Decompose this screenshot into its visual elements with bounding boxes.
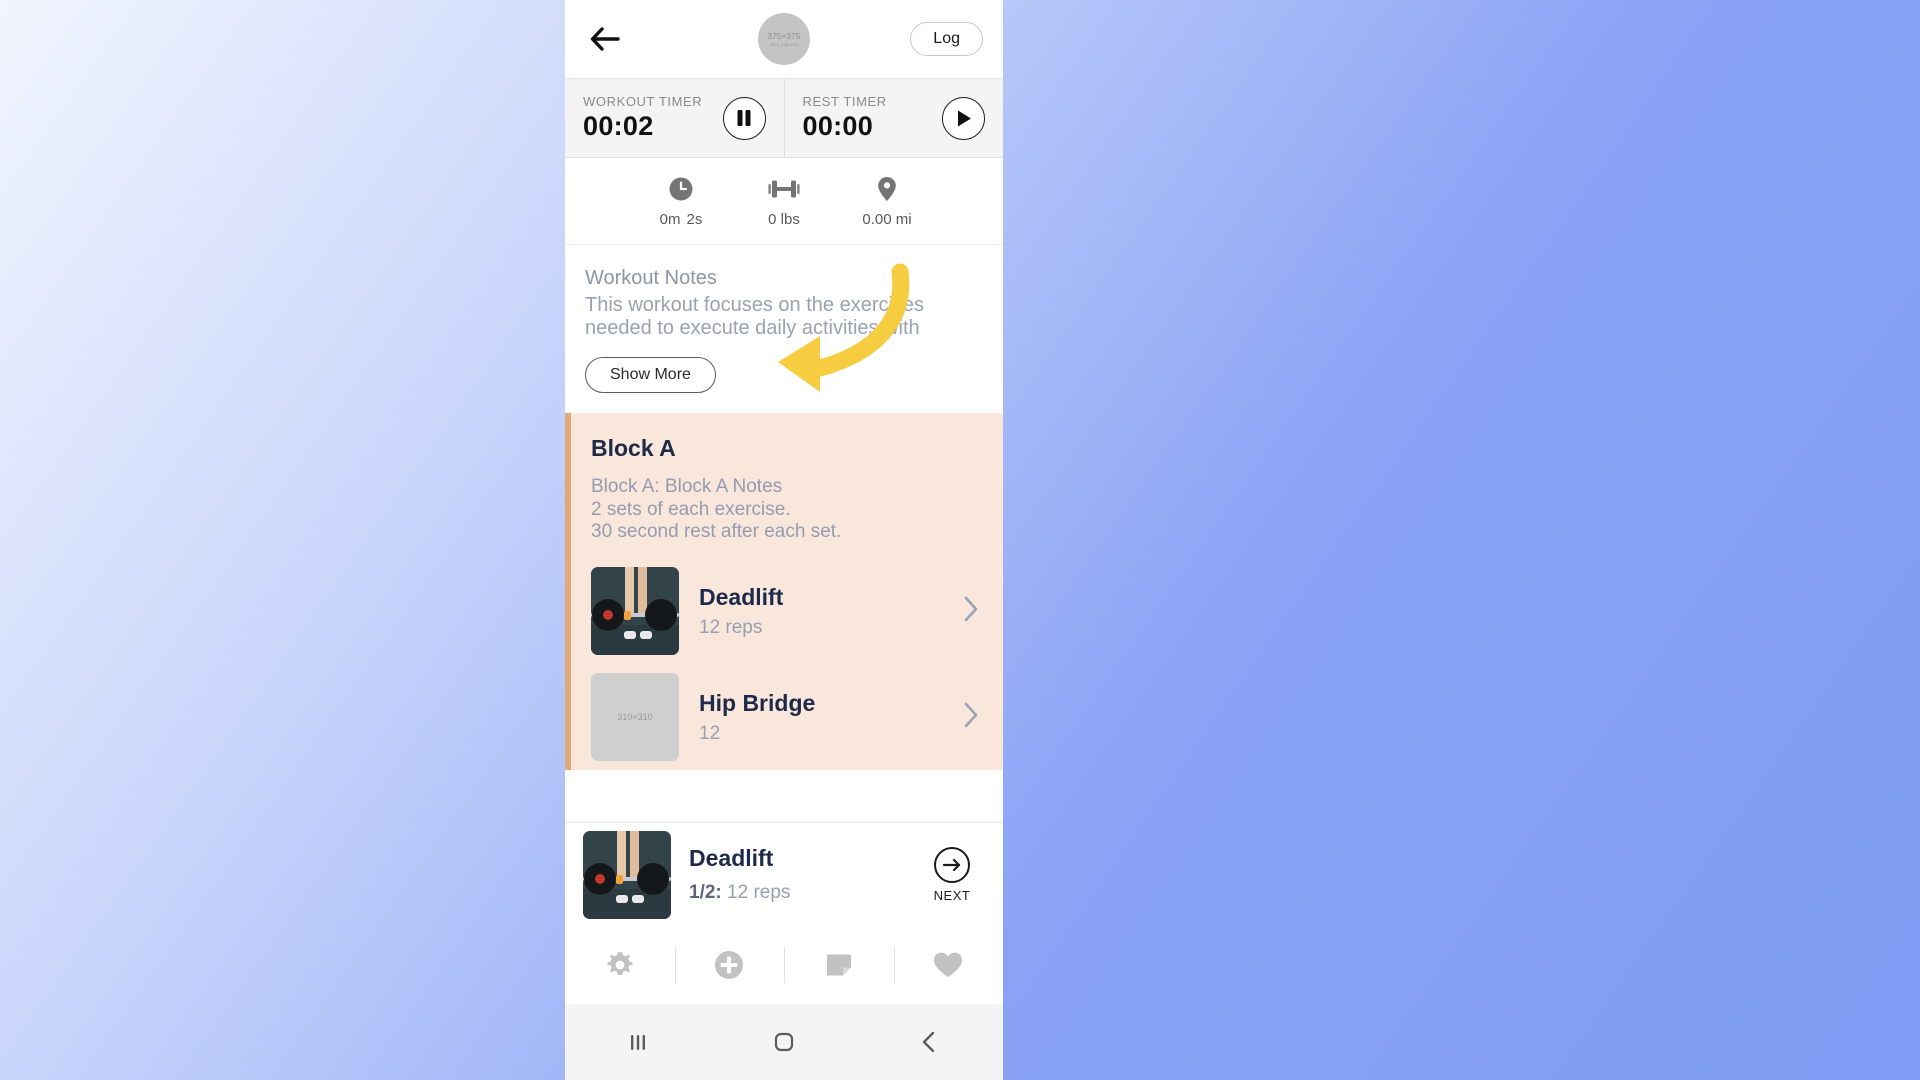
player-thumbnail xyxy=(583,830,671,919)
avatar-filename-label: neck_logo.png xyxy=(769,41,799,47)
chevron-right-icon[interactable] xyxy=(963,701,983,734)
exercise-detail: 12 reps xyxy=(699,616,763,638)
pause-button[interactable] xyxy=(722,96,766,140)
workout-notes-title: Workout Notes xyxy=(585,267,717,289)
workout-notes-section: Workout Notes This workout focuses on th… xyxy=(565,245,1003,413)
note-icon xyxy=(826,954,851,976)
player-info: Deadlift 1/2: 12 reps xyxy=(671,845,919,904)
stat-volume-value: 0 lbs xyxy=(768,211,800,228)
block-a-notes: Block A: Block A Notes 2 sets of each ex… xyxy=(591,476,983,544)
player-set-counter: 1/2: xyxy=(689,882,722,903)
arrow-right-circle-icon xyxy=(934,847,970,883)
stat-distance-value: 0.00 mi xyxy=(862,211,912,228)
block-a-note-line-1: Block A: Block A Notes xyxy=(591,475,783,497)
workout-notes-line-1: This workout focuses on the exercises xyxy=(585,294,925,316)
rest-timer-value: 00:00 xyxy=(802,111,874,141)
next-button[interactable]: NEXT xyxy=(919,846,985,903)
workout-notes-line-2: needed to execute daily activities with xyxy=(585,317,920,340)
plus-circle-icon xyxy=(715,951,744,979)
stat-distance: 0.00 mi xyxy=(836,176,939,228)
workout-timer-value: 00:02 xyxy=(583,111,654,141)
settings-button[interactable] xyxy=(565,943,675,987)
bottom-toolbar xyxy=(565,926,1003,1004)
dumbbell-icon xyxy=(768,176,800,202)
favorite-button[interactable] xyxy=(893,943,1004,987)
note-button[interactable] xyxy=(784,943,894,987)
play-icon xyxy=(957,110,971,126)
current-exercise-player: Deadlift 1/2: 12 reps NEXT xyxy=(565,822,1003,926)
block-a-note-line-3: 30 second rest after each set. xyxy=(591,521,842,543)
home-button[interactable] xyxy=(711,1004,857,1080)
rest-timer-label: REST TIMER xyxy=(802,94,887,109)
exercise-thumbnail-hip-bridge: 310×310 xyxy=(591,673,679,762)
back-arrow-icon[interactable] xyxy=(585,19,625,59)
app-header: 375×375 neck_logo.png Log xyxy=(565,0,1003,78)
recents-button[interactable] xyxy=(565,1004,711,1080)
stat-duration: 0m 2s xyxy=(630,176,733,228)
add-button[interactable] xyxy=(674,943,785,987)
log-button[interactable]: Log xyxy=(910,22,983,56)
block-a-section: Block A Block A: Block A Notes 2 sets of… xyxy=(565,412,1003,771)
exercise-row-deadlift[interactable]: Deadlift 12 reps xyxy=(591,558,983,664)
home-icon xyxy=(774,1032,794,1052)
timers-bar: WORKOUT TIMER 00:02 REST TIMER 00:00 xyxy=(565,78,1003,158)
heart-icon xyxy=(934,952,963,977)
stat-volume: 0 lbs xyxy=(733,176,836,228)
rest-timer: REST TIMER 00:00 xyxy=(783,79,1004,157)
pause-icon xyxy=(737,110,751,126)
stats-row: 0m 2s 0 lbs 0.00 mi xyxy=(565,158,1003,245)
back-icon xyxy=(922,1031,935,1053)
exercise-info-hip-bridge: Hip Bridge 12 xyxy=(679,690,963,745)
avatar[interactable]: 375×375 neck_logo.png xyxy=(758,13,810,65)
exercise-name: Hip Bridge xyxy=(699,689,816,716)
exercise-thumbnail-deadlift xyxy=(591,567,679,656)
block-a-title: Block A xyxy=(591,434,676,461)
clock-icon xyxy=(668,176,694,202)
player-set-detail: 1/2: 12 reps xyxy=(689,882,919,904)
player-reps: 12 reps xyxy=(727,882,791,903)
back-nav-button[interactable] xyxy=(857,1004,1003,1080)
next-label: NEXT xyxy=(933,888,971,903)
workout-timer-label: WORKOUT TIMER xyxy=(583,94,703,109)
recents-icon xyxy=(631,1035,645,1050)
stat-duration-value: 0m 2s xyxy=(659,211,703,228)
workout-timer: WORKOUT TIMER 00:02 xyxy=(565,79,784,157)
exercise-name: Deadlift xyxy=(699,583,784,610)
exercise-info-deadlift: Deadlift 12 reps xyxy=(679,584,963,639)
android-nav-bar xyxy=(565,1004,1003,1080)
thumbnail-placeholder-label: 310×310 xyxy=(617,712,653,723)
play-button[interactable] xyxy=(942,96,985,140)
gear-icon xyxy=(607,952,633,975)
exercise-row-hip-bridge[interactable]: 310×310 Hip Bridge 12 xyxy=(591,664,983,770)
location-pin-icon xyxy=(877,176,897,202)
phone-screen: 375×375 neck_logo.png Log WORKOUT TIMER … xyxy=(565,0,1003,1080)
avatar-size-label: 375×375 xyxy=(767,31,801,41)
exercise-detail: 12 xyxy=(699,722,721,744)
block-a-note-line-2: 2 sets of each exercise. xyxy=(591,498,791,520)
show-more-button[interactable]: Show More xyxy=(585,356,716,393)
player-exercise-name: Deadlift xyxy=(689,845,774,871)
chevron-right-icon[interactable] xyxy=(963,595,983,628)
